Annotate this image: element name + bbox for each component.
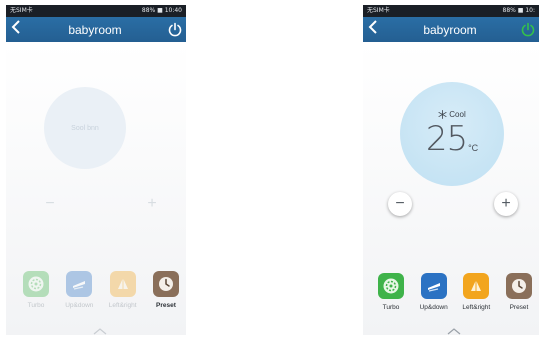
- temperature-unit: °C: [468, 142, 479, 153]
- updown-icon: [420, 273, 447, 299]
- updown-label: Up&down: [65, 302, 94, 309]
- back-button[interactable]: [6, 17, 26, 42]
- dial-message: Sool bnn: [71, 124, 99, 132]
- mode-indicator: Cool: [438, 109, 466, 119]
- mode-buttons: Turbo Up&down Left&right Preset: [363, 273, 539, 311]
- plus-icon: +: [501, 195, 511, 212]
- turbo-button[interactable]: Turbo: [16, 271, 56, 309]
- power-icon: [168, 22, 182, 36]
- leftright-button[interactable]: Left&right: [103, 271, 143, 309]
- clock-icon: [152, 271, 179, 297]
- turbo-label: Turbo: [27, 302, 45, 309]
- page-title: babyroom: [68, 22, 122, 37]
- preset-button[interactable]: Preset: [499, 273, 539, 311]
- updown-button[interactable]: Up&down: [59, 271, 99, 309]
- expand-chevron-icon[interactable]: [92, 327, 108, 335]
- temperature-value: 25: [425, 118, 468, 159]
- title-bar: babyroom: [363, 17, 539, 42]
- carrier-text: 无SIM卡: [367, 7, 390, 14]
- power-icon: [521, 22, 535, 36]
- leftright-icon: [109, 271, 136, 297]
- updown-button[interactable]: Up&down: [414, 273, 454, 311]
- preset-button[interactable]: Preset: [146, 271, 186, 309]
- main-content: Cool 25 °C − + Turbo Up&down Left&right …: [363, 42, 539, 335]
- status-right-text: 88% ■ 10:: [502, 7, 535, 14]
- increase-temp-button[interactable]: +: [494, 192, 518, 216]
- mode-label: Cool: [449, 109, 466, 119]
- expand-chevron-icon[interactable]: [446, 327, 462, 335]
- snowflake-icon: [438, 109, 447, 119]
- turbo-icon: [23, 271, 49, 297]
- status-right-text: 88% ■ 10:40: [141, 7, 182, 14]
- temperature-readout: 25 °C: [426, 121, 478, 157]
- turbo-label: Turbo: [382, 304, 400, 311]
- mode-buttons: Turbo Up&down Left&right Preset: [6, 271, 186, 309]
- turbo-icon: [378, 273, 404, 299]
- temperature-dial: Cool 25 °C: [400, 82, 504, 186]
- increase-temp-button[interactable]: +: [140, 192, 164, 216]
- back-chevron-icon: [11, 20, 20, 34]
- back-chevron-icon: [368, 20, 377, 34]
- title-bar: babyroom: [6, 17, 186, 42]
- minus-icon: −: [395, 195, 405, 212]
- carrier-text: 无SIM卡: [10, 7, 33, 14]
- minus-icon: −: [45, 195, 55, 212]
- clock-icon: [505, 273, 532, 299]
- plus-icon: +: [147, 195, 157, 212]
- preset-label: Preset: [509, 304, 529, 311]
- power-button[interactable]: [517, 17, 539, 42]
- leftright-icon: [463, 273, 490, 299]
- leftright-label: Left&right: [108, 302, 137, 309]
- phone-screen-off: 无SIM卡 88% ■ 10:40 babyroom Sool bnn − +: [6, 5, 186, 335]
- main-content: Sool bnn − + Turbo Up&down Left&right Pr…: [6, 42, 186, 335]
- phone-screen-on: 无SIM卡 88% ■ 10: babyroom Cool 25 °C − + …: [363, 5, 539, 335]
- leftright-button[interactable]: Left&right: [456, 273, 496, 311]
- leftright-label: Left&right: [462, 304, 491, 311]
- power-button[interactable]: [164, 17, 186, 42]
- status-bar: 无SIM卡 88% ■ 10:40: [6, 5, 186, 17]
- back-button[interactable]: [363, 17, 383, 42]
- status-bar: 无SIM卡 88% ■ 10:: [363, 5, 539, 17]
- temperature-dial: Sool bnn: [44, 87, 126, 169]
- updown-icon: [66, 271, 93, 297]
- page-title: babyroom: [423, 22, 477, 37]
- decrease-temp-button[interactable]: −: [38, 192, 62, 216]
- updown-label: Up&down: [419, 304, 448, 311]
- preset-label: Preset: [156, 302, 176, 309]
- turbo-button[interactable]: Turbo: [371, 273, 411, 311]
- decrease-temp-button[interactable]: −: [388, 192, 412, 216]
